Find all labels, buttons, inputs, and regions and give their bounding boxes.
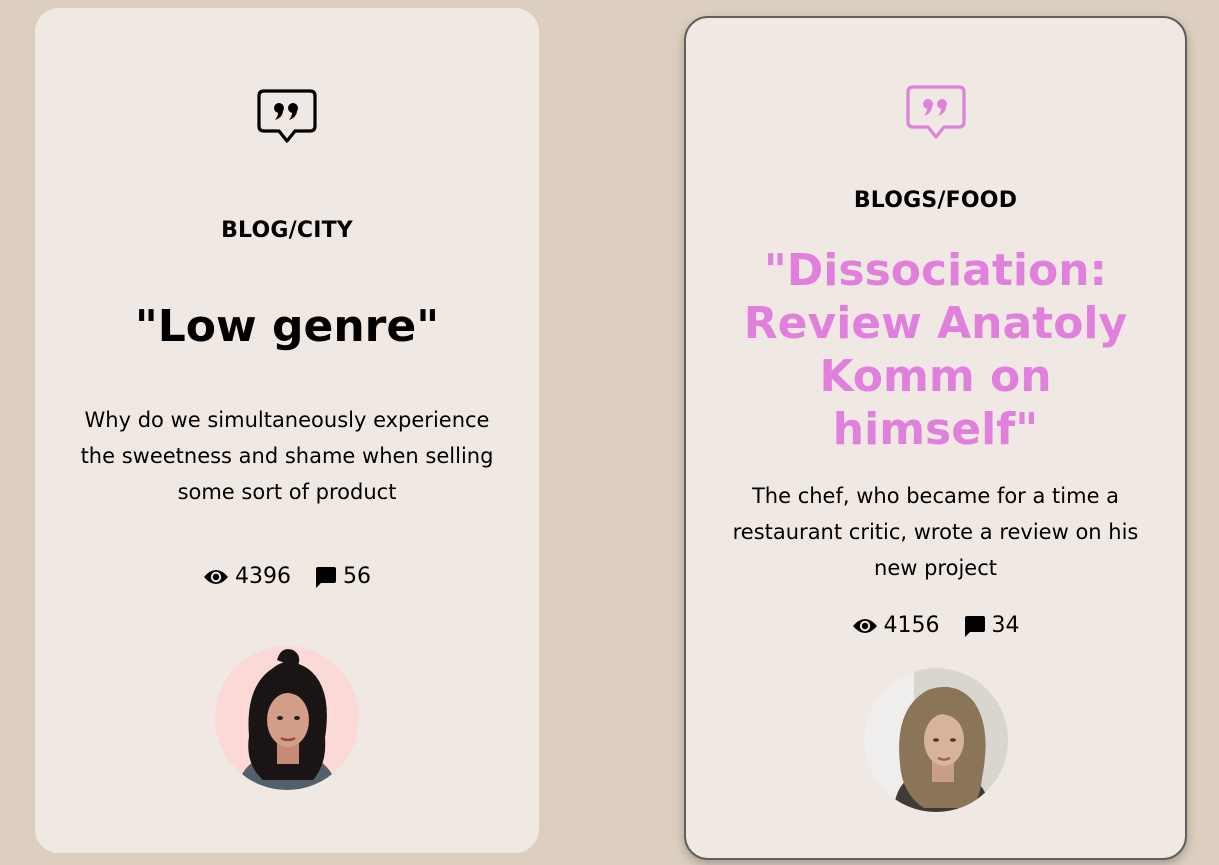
card-stats: 4156 34 <box>686 613 1185 638</box>
comments-stat[interactable]: 56 <box>313 564 371 589</box>
comments-count: 56 <box>343 564 371 589</box>
blog-card-city[interactable]: BLOG/CITY "Low genre" Why do we simultan… <box>35 8 539 853</box>
card-category[interactable]: BLOGS/FOOD <box>686 188 1185 213</box>
card-description: Why do we simultaneously experience the … <box>80 408 494 504</box>
blog-card-food[interactable]: BLOGS/FOOD "Dissociation: Review Anatoly… <box>684 16 1187 860</box>
card-title[interactable]: "Dissociation: Review Anatoly Komm on hi… <box>726 244 1145 456</box>
card-description: The chef, who became for a time a restau… <box>732 484 1139 580</box>
author-avatar[interactable] <box>863 668 1008 812</box>
views-stat: 4156 <box>852 613 940 638</box>
views-count: 4396 <box>235 564 291 589</box>
author-avatar[interactable] <box>215 646 359 790</box>
views-stat: 4396 <box>203 564 291 589</box>
comments-stat[interactable]: 34 <box>962 613 1020 638</box>
comments-count: 34 <box>991 613 1020 638</box>
quote-bubble-icon <box>905 84 967 144</box>
comment-icon <box>962 614 986 638</box>
quote-bubble-icon <box>256 88 318 148</box>
card-category[interactable]: BLOG/CITY <box>35 218 539 243</box>
comment-icon <box>313 565 337 589</box>
card-stats: 4396 56 <box>35 564 539 589</box>
views-count: 4156 <box>883 613 940 638</box>
card-title[interactable]: "Low genre" <box>75 300 499 354</box>
eye-icon <box>852 617 878 635</box>
eye-icon <box>203 568 229 586</box>
